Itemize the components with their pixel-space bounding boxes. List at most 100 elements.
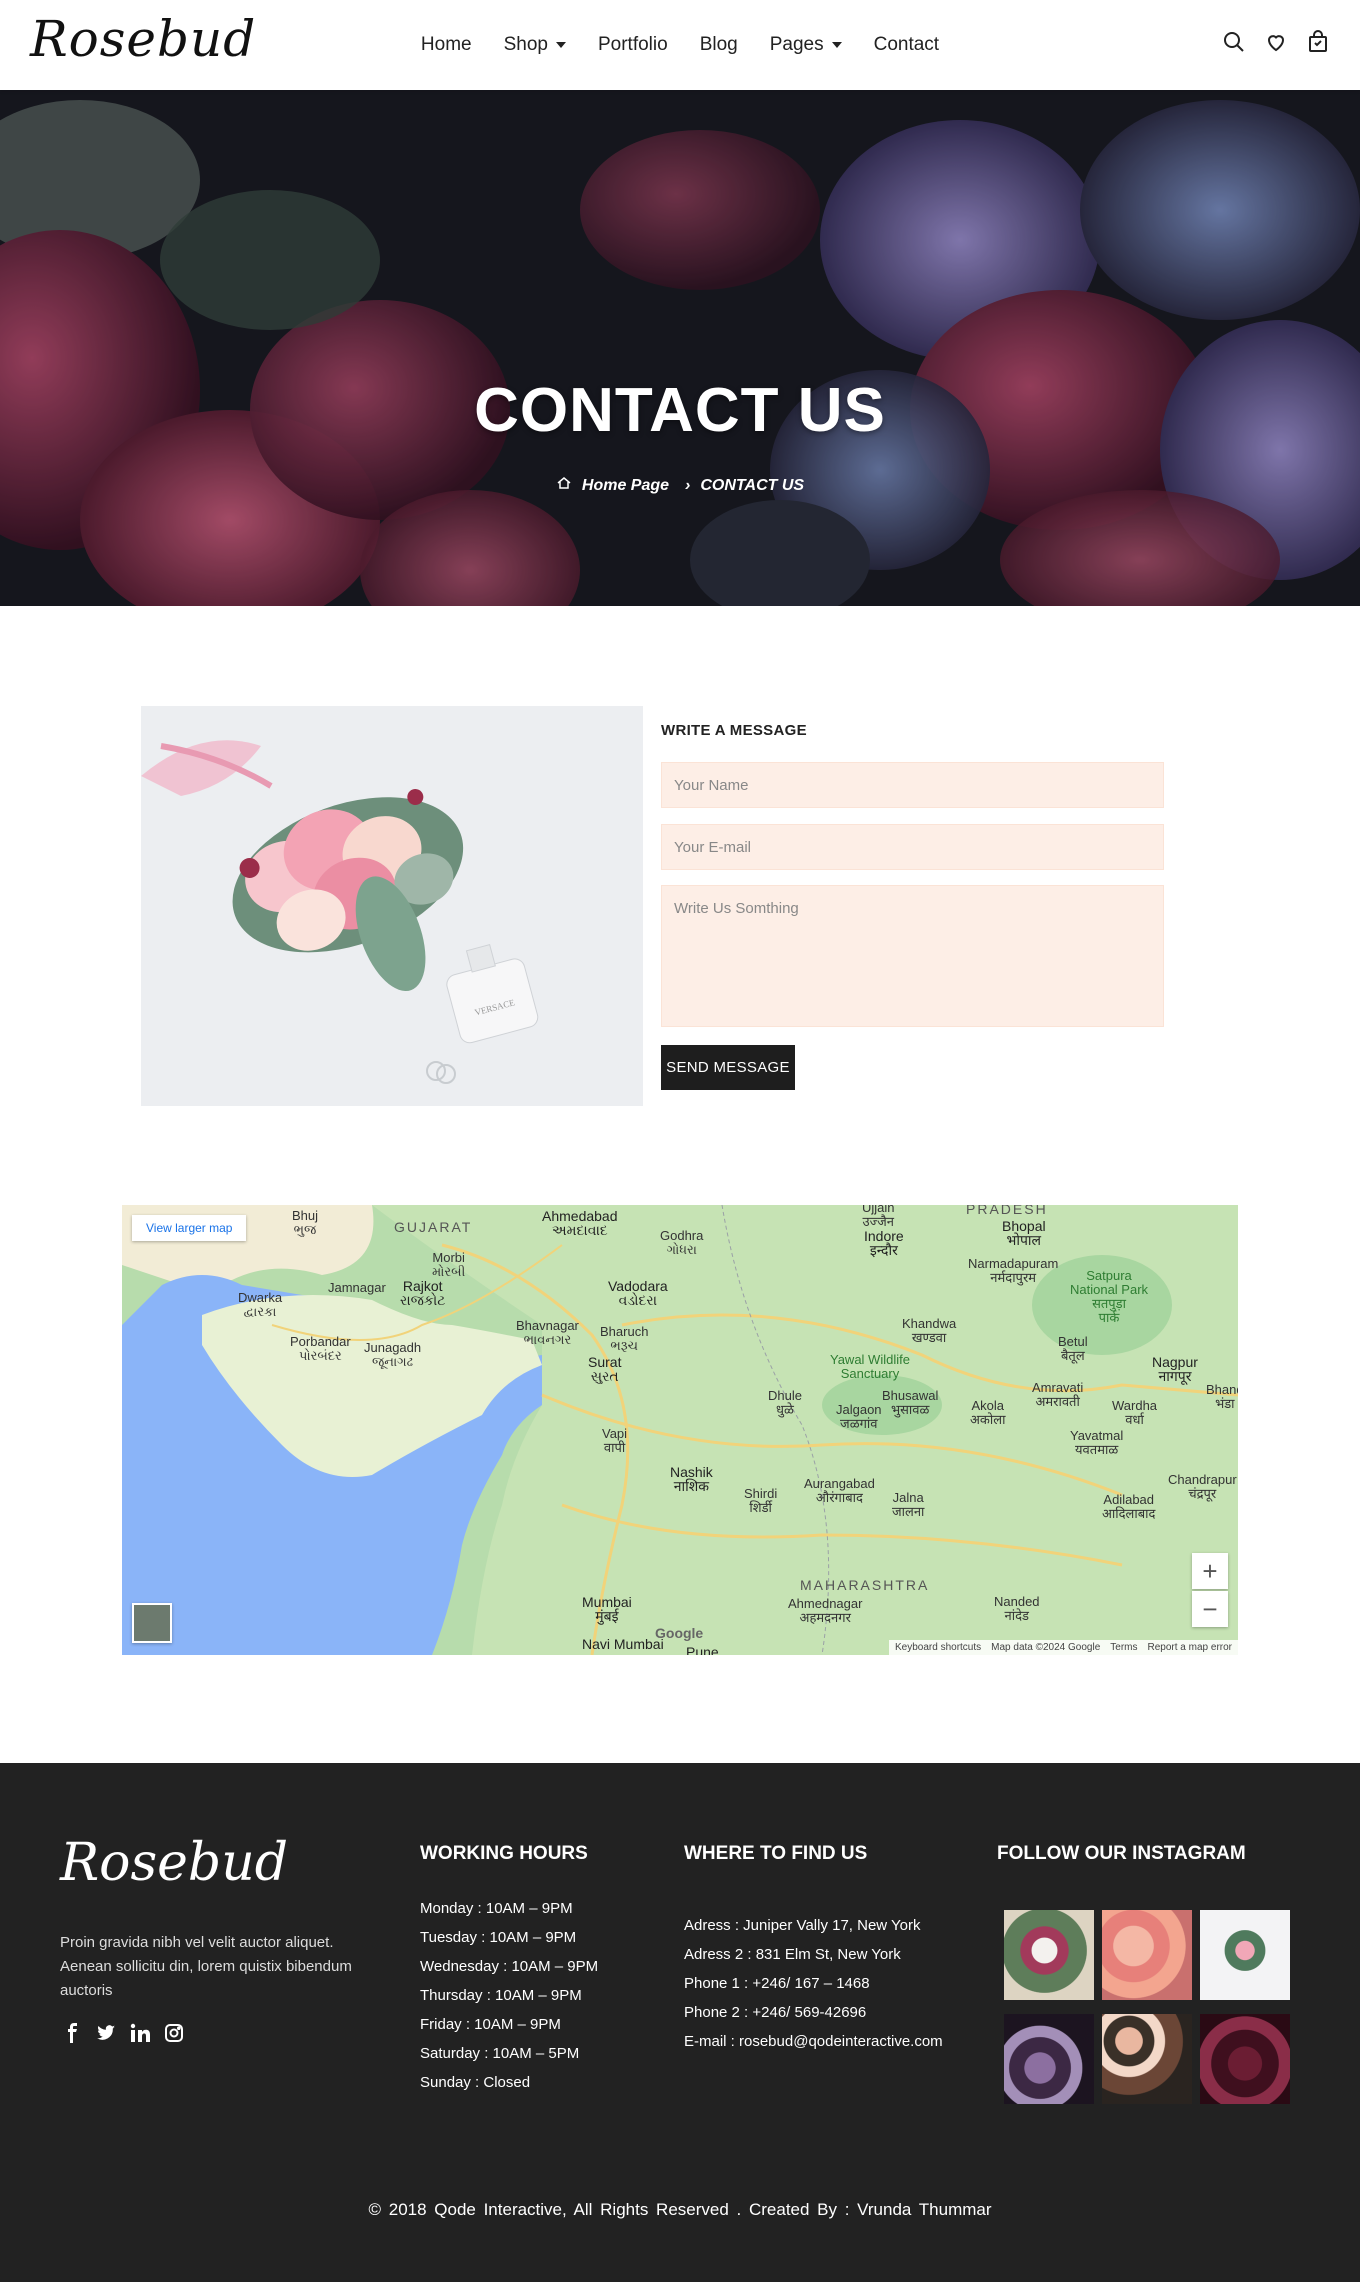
footer-description: Proin gravida nibh vel velit auctor aliq… <box>60 1934 352 1999</box>
map-label-khandwa: Khandwa खण्डवा <box>902 1316 957 1345</box>
map-label-nanded: Nanded नांदेड <box>994 1594 1040 1623</box>
instagram-heading: FOLLOW OUR INSTAGRAM <box>997 1843 1246 1864</box>
map-label-aurangabad: Aurangabad औरंगाबाद <box>804 1476 875 1505</box>
hours-item: Sunday : Closed <box>420 2074 531 2091</box>
breadcrumb-home-link[interactable]: Home Page <box>582 477 669 495</box>
phone-line: Phone 2 : +246/ 569-42696 <box>684 2004 867 2021</box>
chevron-right-icon: › <box>685 476 691 494</box>
hours-item: Wednesday : 10AM – 9PM <box>420 1958 599 1975</box>
breadcrumb-current: CONTACT US <box>700 476 805 494</box>
breadcrumb: Home Page › CONTACT US <box>0 475 1360 496</box>
map-label-ahmednagar: Ahmednagar अहमदनगर <box>788 1596 863 1625</box>
nav-portfolio[interactable]: Portfolio <box>598 34 668 56</box>
instagram-grid <box>1004 1910 1290 2104</box>
google-logo: Google <box>655 1625 704 1641</box>
message-textarea[interactable]: Write Us Somthing <box>661 885 1164 1027</box>
map-label-ahmedabad: Ahmedabad અમદાવાદ <box>542 1208 618 1238</box>
map-label-nagpur: Nagpur नागपूर <box>1152 1354 1198 1384</box>
terms-link[interactable]: Terms <box>1110 1642 1137 1653</box>
hours-item: Thursday : 10AM – 9PM <box>420 1987 582 2004</box>
hours-item: Friday : 10AM – 9PM <box>420 2016 561 2033</box>
map-label-gujarat: GUJARAT <box>394 1219 473 1235</box>
hero-flower-image <box>0 90 1360 606</box>
map-label-bharuch: Bharuch ભરૂચ <box>600 1324 649 1353</box>
instagram-photo[interactable] <box>1004 1910 1094 2000</box>
linkedin-icon[interactable] <box>130 2023 150 2048</box>
map-label-pune: Pune <box>686 1644 719 1655</box>
map-label-porbandar: Porbandar પોરબંદર <box>290 1334 351 1363</box>
main-nav: Home Shop Portfolio Blog Pages Contact <box>0 0 1360 90</box>
google-map[interactable]: Bhuj ભુજ GUJARAT Ahmedabad અમદાવાદ Ujjai… <box>122 1205 1238 1655</box>
map-label-amravati: Amravati अमरावती <box>1032 1380 1084 1409</box>
instagram-photo[interactable] <box>1102 1910 1192 2000</box>
satellite-toggle[interactable] <box>132 1603 172 1643</box>
twitter-icon[interactable] <box>96 2023 116 2048</box>
instagram-icon[interactable] <box>164 2023 184 2048</box>
map-data-text: Map data ©2024 Google <box>991 1642 1101 1653</box>
name-input[interactable]: Your Name <box>661 762 1164 808</box>
map-label-vapi: Vapi वापी <box>602 1426 628 1455</box>
map-label-bhopal: Bhopal भोपाल <box>1002 1218 1046 1248</box>
hours-item: Saturday : 10AM – 5PM <box>420 2045 580 2062</box>
keyboard-shortcuts-link[interactable]: Keyboard shortcuts <box>895 1642 981 1653</box>
nav-pages[interactable]: Pages <box>770 34 842 56</box>
hours-item: Tuesday : 10AM – 9PM <box>420 1929 577 1946</box>
zoom-out-button[interactable]: − <box>1192 1591 1228 1627</box>
find-us-heading: WHERE TO FIND US <box>684 1843 868 1864</box>
form-title: WRITE A MESSAGE <box>661 722 807 739</box>
map-label-akola: Akola अकोला <box>970 1398 1006 1427</box>
map-label-indore: Indore इन्दौर <box>864 1228 904 1258</box>
nav-contact[interactable]: Contact <box>874 34 939 56</box>
hero-banner: CONTACT US Home Page › CONTACT US <box>0 90 1360 606</box>
map-label-satpura: Satpura National Park सतपुड़ा पार्क <box>1070 1268 1149 1325</box>
map-label-surat: Surat સુરત <box>588 1354 622 1384</box>
nav-blog[interactable]: Blog <box>700 34 738 56</box>
map-label-rajkot: Rajkot રાજકોટ <box>400 1278 446 1308</box>
map-label-jalgaon: Jalgaon जळगांव <box>836 1402 882 1431</box>
phone-line: Phone 1 : +246/ 167 – 1468 <box>684 1975 870 1992</box>
map-label-vadodara: Vadodara વડોદરા <box>608 1278 668 1308</box>
instagram-photo[interactable] <box>1004 2014 1094 2104</box>
map-label-narmadapuram: Narmadapuram नर्मदापुरम <box>968 1256 1059 1285</box>
email-line[interactable]: E-mail : rosebud@qodeinteractive.com <box>684 2027 943 2056</box>
map-label-mumbai: Mumbai मुंबई <box>582 1594 632 1624</box>
copyright-text: © 2018 Qode Interactive, All Rights Rese… <box>368 2200 992 2219</box>
chevron-down-icon <box>555 42 566 48</box>
bouquet-image: VERSACE <box>141 706 643 1106</box>
nav-shop[interactable]: Shop <box>504 34 566 56</box>
map-label-maharashtra: MAHARASHTRA <box>800 1577 930 1593</box>
map-label-nashik: Nashik नाशिक <box>670 1464 713 1494</box>
zoom-in-button[interactable]: + <box>1192 1553 1228 1589</box>
map-label-yavatmal: Yavatmal यवतमाळ <box>1070 1428 1124 1457</box>
address-line: Adress : Juniper Vally 17, New York <box>684 1917 921 1934</box>
map-label-pradesh: PRADESH <box>966 1205 1048 1217</box>
find-us-list: Adress : Juniper Vally 17, New York Adre… <box>684 1911 943 2056</box>
site-footer: Rosebud Proin gravida nibh vel velit auc… <box>0 1763 1360 2282</box>
map-label-bhusawal: Bhusawal भुसावळ <box>882 1388 939 1417</box>
map-label-dhule: Dhule धुळे <box>768 1388 802 1417</box>
report-error-link[interactable]: Report a map error <box>1148 1642 1232 1653</box>
map-label-godhra: Godhra ગોધરા <box>660 1228 704 1257</box>
instagram-photo[interactable] <box>1200 1910 1290 2000</box>
chevron-down-icon <box>831 42 842 48</box>
map-label-jamnagar: Jamnagar <box>328 1280 386 1295</box>
map-label-wardha: Wardha वर्धा <box>1112 1398 1158 1427</box>
send-message-button[interactable]: SEND MESSAGE <box>661 1045 795 1090</box>
map-label-shirdi: Shirdi शिर्डी <box>744 1486 778 1515</box>
home-icon <box>556 475 572 496</box>
email-input[interactable]: Your E-mail <box>661 824 1164 870</box>
footer-logo[interactable]: Rosebud <box>60 1833 288 1893</box>
map-label-adilabad: Adilabad आदिलाबाद <box>1102 1492 1156 1521</box>
instagram-photo[interactable] <box>1200 2014 1290 2104</box>
heart-icon[interactable] <box>1264 30 1288 59</box>
site-header: Rosebud Home Shop Portfolio Blog Pages C… <box>0 0 1360 90</box>
nav-home[interactable]: Home <box>421 34 472 56</box>
view-larger-map-link[interactable]: View larger map <box>132 1215 247 1241</box>
instagram-photo[interactable] <box>1102 2014 1192 2104</box>
map-label-jalna: Jalna जालना <box>892 1490 925 1519</box>
cart-icon[interactable] <box>1306 30 1330 59</box>
map-label-ujjain: Ujjain उज्जैन <box>862 1205 895 1229</box>
address-line: Adress 2 : 831 Elm St, New York <box>684 1946 901 1963</box>
search-icon[interactable] <box>1222 30 1246 59</box>
facebook-icon[interactable] <box>62 2023 82 2048</box>
